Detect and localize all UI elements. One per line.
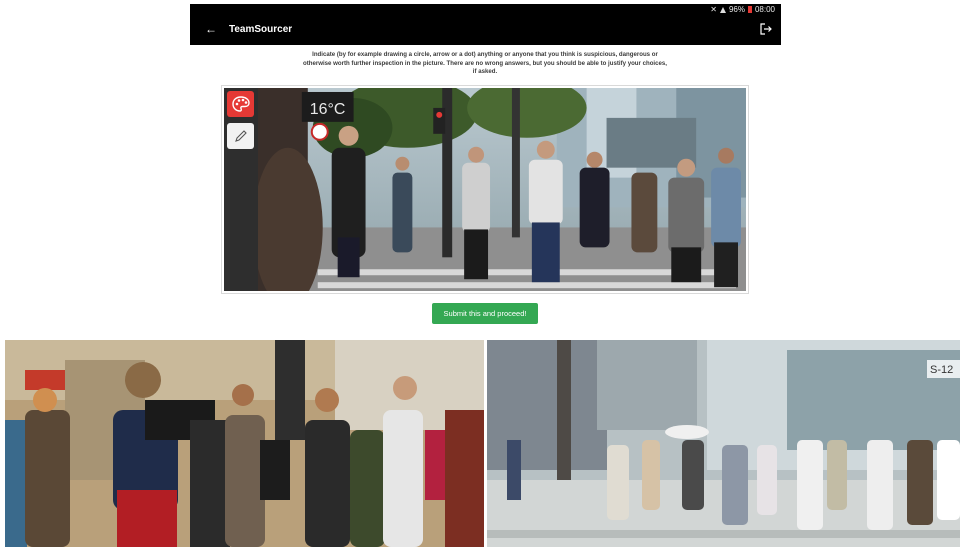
battery-icon	[747, 6, 752, 13]
instructions-text: Indicate (by for example drawing a circl…	[303, 51, 667, 76]
mute-icon: ✕	[710, 5, 717, 14]
app-title: TeamSourcer	[229, 24, 293, 35]
building-sign: S-12	[930, 364, 953, 376]
battery-percent: 96%	[728, 5, 745, 14]
drawing-toolbar	[224, 88, 258, 291]
street-scene-image[interactable]: 16°C	[258, 88, 746, 291]
temperature-readout: 16°C	[310, 101, 346, 118]
screenshot-root: { "statusbar": { "battery": "96%", "time…	[0, 0, 960, 547]
back-arrow-icon[interactable]: ←	[205, 23, 217, 35]
pencil-icon	[234, 130, 247, 142]
crosswalk-photo: S-12	[487, 340, 960, 547]
palette-icon	[231, 96, 250, 112]
submit-button[interactable]: Submit this and proceed!	[432, 303, 538, 324]
annotation-canvas[interactable]: 16°C	[221, 85, 749, 294]
pencil-tool-button[interactable]	[227, 123, 254, 149]
bagpiper-crowd-photo	[5, 340, 484, 547]
app-bar: ✕ 96% 08:00 ← TeamSourcer	[190, 4, 781, 45]
clock: 08:00	[754, 5, 775, 14]
logout-icon[interactable]	[759, 22, 773, 36]
palette-tool-button[interactable]	[227, 91, 254, 117]
wifi-icon	[719, 6, 726, 13]
status-bar: ✕ 96% 08:00	[710, 5, 775, 14]
